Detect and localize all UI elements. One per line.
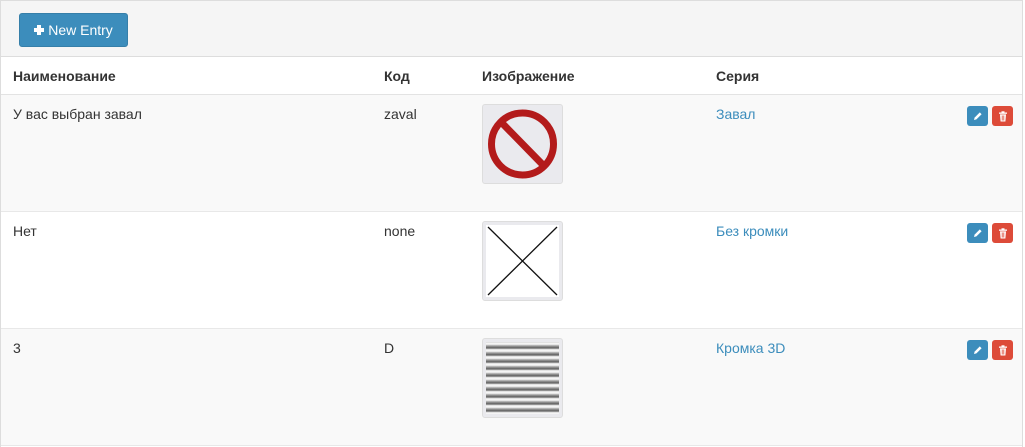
prohibited-sign-icon — [488, 109, 557, 179]
row-name: Нет — [13, 223, 37, 239]
row-image-thumbnail — [482, 338, 563, 418]
row-image-thumbnail — [482, 104, 563, 184]
entries-panel: New Entry Наименование Код Изображение С… — [0, 0, 1023, 447]
row-code: zaval — [384, 106, 417, 122]
trash-icon — [998, 344, 1007, 355]
row-name: 3 — [13, 340, 21, 356]
pencil-icon — [973, 229, 982, 237]
new-entry-button[interactable]: New Entry — [19, 13, 128, 47]
delete-button[interactable] — [992, 223, 1013, 243]
trash-icon — [998, 110, 1007, 121]
table-header: Наименование Код Изображение Серия — [1, 57, 1022, 95]
header-code: Код — [384, 68, 410, 84]
cross-x-icon — [487, 226, 558, 296]
table-row: У вас выбран завал zaval Завал — [1, 95, 1022, 212]
row-image-thumbnail — [482, 221, 563, 301]
delete-button[interactable] — [992, 340, 1013, 360]
row-actions — [967, 106, 1013, 126]
edit-button[interactable] — [967, 106, 988, 126]
row-code: none — [384, 223, 416, 239]
pencil-icon — [973, 346, 982, 354]
new-entry-label: New Entry — [48, 22, 113, 38]
row-name: У вас выбран завал — [13, 106, 142, 122]
row-series-link[interactable]: Кромка 3D — [716, 340, 785, 356]
striped-edge-texture-icon — [486, 342, 559, 414]
edit-button[interactable] — [967, 340, 988, 360]
delete-button[interactable] — [992, 106, 1013, 126]
pencil-icon — [973, 112, 982, 120]
row-series-link[interactable]: Без кромки — [716, 223, 788, 239]
toolbar: New Entry — [1, 1, 1022, 57]
row-actions — [967, 340, 1013, 360]
row-actions — [967, 223, 1013, 243]
row-series-link[interactable]: Завал — [716, 106, 755, 122]
plus-icon — [34, 25, 45, 35]
row-code: D — [384, 340, 395, 356]
trash-icon — [998, 227, 1007, 238]
edit-button[interactable] — [967, 223, 988, 243]
header-name: Наименование — [13, 68, 116, 84]
table-row: 3 D Кромка 3D — [1, 329, 1022, 446]
header-series: Серия — [716, 68, 760, 84]
table-row: Нет none Без кромки — [1, 212, 1022, 329]
header-image: Изображение — [482, 68, 575, 84]
